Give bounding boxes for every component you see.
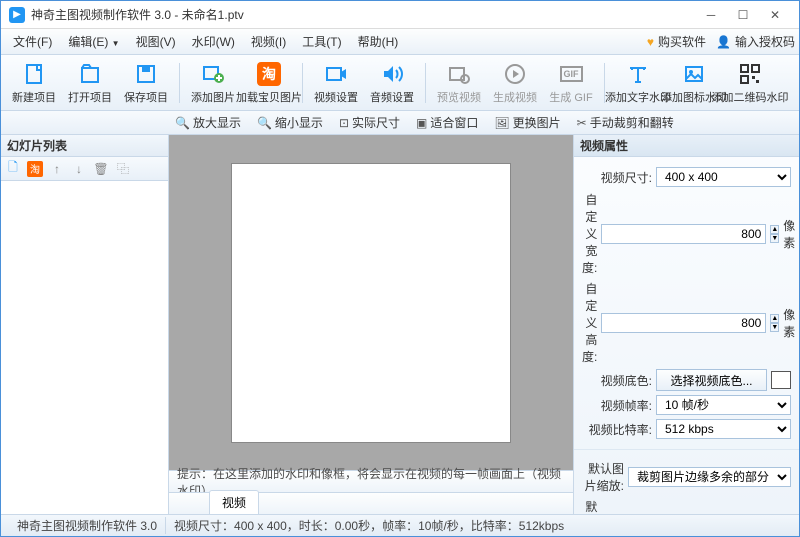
manual-crop-button[interactable]: ✂手动裁剪和翻转 bbox=[571, 112, 680, 133]
actual-icon: ⊡ bbox=[339, 116, 349, 130]
preview-canvas[interactable] bbox=[231, 163, 511, 443]
video-props-header: 视频属性 bbox=[574, 135, 799, 157]
new-file-icon bbox=[21, 61, 47, 87]
gif-icon: GIF bbox=[558, 61, 584, 87]
audio-icon bbox=[379, 61, 405, 87]
save-project-button[interactable]: 保存项目 bbox=[119, 57, 173, 109]
menu-watermark[interactable]: 水印(W) bbox=[184, 30, 243, 53]
right-panel: 视频属性 视频尺寸:400 x 400 自定义宽度:▲▼像素 自定义高度:▲▼像… bbox=[573, 135, 799, 514]
titlebar: ▶ 神奇主图视频制作软件 3.0 - 未命名1.ptv ─ ☐ ✕ bbox=[1, 1, 799, 29]
save-icon bbox=[133, 61, 159, 87]
preview-icon bbox=[446, 61, 472, 87]
window-title: 神奇主图视频制作软件 3.0 - 未命名1.ptv bbox=[31, 6, 695, 23]
zoom-in-button[interactable]: 🔍放大显示 bbox=[169, 112, 247, 133]
bg-color-swatch[interactable] bbox=[771, 371, 791, 389]
image-wm-icon bbox=[681, 61, 707, 87]
text-watermark-button[interactable]: 添加文字水印 bbox=[611, 57, 665, 109]
fps-select[interactable]: 10 帧/秒 bbox=[656, 395, 791, 415]
maximize-button[interactable]: ☐ bbox=[727, 5, 759, 25]
menu-tools[interactable]: 工具(T) bbox=[294, 30, 349, 53]
fit-window-button[interactable]: ▣适合窗口 bbox=[410, 112, 484, 133]
status-app: 神奇主图视频制作软件 3.0 bbox=[9, 517, 166, 534]
auth-link[interactable]: 👤输入授权码 bbox=[716, 33, 795, 50]
slide-list-tools: 🗋 淘 ↑ ↓ 🗑 ⿻ bbox=[1, 157, 168, 181]
preview-video-button[interactable]: 预览视频 bbox=[432, 57, 486, 109]
bottom-tabs: 视频 bbox=[169, 492, 573, 514]
zoom-out-icon: 🔍 bbox=[257, 116, 272, 130]
crop-icon: ✂ bbox=[577, 116, 587, 130]
height-spinner[interactable]: ▲▼ bbox=[770, 314, 779, 332]
change-icon: 🖼 bbox=[494, 116, 509, 130]
scale-select[interactable]: 裁剪图片边缘多余的部分 bbox=[628, 467, 791, 487]
main-area: 幻灯片列表 🗋 淘 ↑ ↓ 🗑 ⿻ 提示：在这里添加的水印和像框，将会显示在视频… bbox=[1, 135, 799, 514]
size-label: 视频尺寸: bbox=[582, 169, 652, 186]
menu-help[interactable]: 帮助(H) bbox=[350, 30, 407, 53]
change-image-button[interactable]: 🖼更换图片 bbox=[488, 112, 566, 133]
text-icon bbox=[625, 61, 651, 87]
delete-slide-icon[interactable]: 🗑 bbox=[93, 161, 109, 177]
width-label: 自定义宽度: bbox=[582, 191, 597, 276]
video-settings-button[interactable]: 视频设置 bbox=[309, 57, 363, 109]
actual-size-button[interactable]: ⊡实际尺寸 bbox=[333, 112, 406, 133]
generate-icon bbox=[502, 61, 528, 87]
heart-icon: ♥ bbox=[647, 35, 654, 49]
open-folder-icon bbox=[77, 61, 103, 87]
scale-label: 默认图片缩放: bbox=[582, 460, 624, 494]
fps-label: 视频帧率: bbox=[582, 397, 652, 414]
move-up-icon[interactable]: ↑ bbox=[49, 161, 65, 177]
bg-label: 视频底色: bbox=[582, 372, 652, 389]
tab-video[interactable]: 视频 bbox=[209, 490, 259, 514]
main-toolbar: 新建项目 打开项目 保存项目 添加图片 淘加载宝贝图片 视频设置 音频设置 预览… bbox=[1, 55, 799, 111]
new-project-button[interactable]: 新建项目 bbox=[7, 57, 61, 109]
qr-watermark-button[interactable]: 添加二维码水印 bbox=[723, 57, 777, 109]
canvas-area bbox=[169, 135, 573, 470]
zoom-in-icon: 🔍 bbox=[175, 116, 190, 130]
width-spinner[interactable]: ▲▼ bbox=[770, 225, 779, 243]
left-panel: 幻灯片列表 🗋 淘 ↑ ↓ 🗑 ⿻ bbox=[1, 135, 169, 514]
height-label: 自定义高度: bbox=[582, 280, 597, 365]
menu-video[interactable]: 视频(I) bbox=[243, 30, 294, 53]
open-project-button[interactable]: 打开项目 bbox=[63, 57, 117, 109]
minimize-button[interactable]: ─ bbox=[695, 5, 727, 25]
copy-slide-icon[interactable]: ⿻ bbox=[115, 161, 131, 177]
center-panel: 提示：在这里添加的水印和像框，将会显示在视频的每一帧画面上（视频水印） 视频 bbox=[169, 135, 573, 514]
load-taobao-button[interactable]: 淘加载宝贝图片 bbox=[242, 57, 296, 109]
qr-icon bbox=[737, 61, 763, 87]
tip-bar: 提示：在这里添加的水印和像框，将会显示在视频的每一帧画面上（视频水印） bbox=[169, 470, 573, 492]
fit-icon: ▣ bbox=[416, 116, 427, 130]
video-settings-icon bbox=[323, 61, 349, 87]
size-select[interactable]: 400 x 400 bbox=[656, 167, 791, 187]
bitrate-label: 视频比特率: bbox=[582, 421, 652, 438]
menu-view[interactable]: 视图(V) bbox=[128, 30, 184, 53]
move-down-icon[interactable]: ↓ bbox=[71, 161, 87, 177]
status-info: 视频尺寸：400 x 400，时长：0.00秒，帧率：10帧/秒，比特率：512… bbox=[166, 517, 572, 534]
zoom-out-button[interactable]: 🔍缩小显示 bbox=[251, 112, 329, 133]
add-slide-icon[interactable]: 🗋 bbox=[5, 161, 21, 177]
anim-label: 默认动画时长: bbox=[582, 498, 597, 514]
generate-video-button[interactable]: 生成视频 bbox=[488, 57, 542, 109]
taobao-icon: 淘 bbox=[256, 61, 282, 87]
width-input[interactable] bbox=[601, 224, 766, 244]
user-icon: 👤 bbox=[716, 35, 731, 49]
buy-link[interactable]: ♥购买软件 bbox=[647, 33, 706, 50]
menu-file[interactable]: 文件(F) bbox=[5, 30, 60, 53]
taobao-slide-icon[interactable]: 淘 bbox=[27, 161, 43, 177]
add-image-icon bbox=[200, 61, 226, 87]
generate-gif-button[interactable]: GIF生成 GIF bbox=[544, 57, 598, 109]
sub-toolbar: 🔍放大显示 🔍缩小显示 ⊡实际尺寸 ▣适合窗口 🖼更换图片 ✂手动裁剪和翻转 bbox=[1, 111, 799, 135]
status-bar: 神奇主图视频制作软件 3.0 视频尺寸：400 x 400，时长：0.00秒，帧… bbox=[1, 514, 799, 536]
audio-settings-button[interactable]: 音频设置 bbox=[365, 57, 419, 109]
menu-edit[interactable]: 编辑(E) ▼ bbox=[60, 30, 127, 53]
menubar: 文件(F) 编辑(E) ▼ 视图(V) 水印(W) 视频(I) 工具(T) 帮助… bbox=[1, 29, 799, 55]
add-image-button[interactable]: 添加图片 bbox=[186, 57, 240, 109]
height-input[interactable] bbox=[601, 313, 766, 333]
slide-list-header: 幻灯片列表 bbox=[1, 135, 168, 157]
close-button[interactable]: ✕ bbox=[759, 5, 791, 25]
bitrate-select[interactable]: 512 kbps bbox=[656, 419, 791, 439]
bg-color-button[interactable]: 选择视频底色... bbox=[656, 369, 767, 391]
slide-list[interactable] bbox=[1, 181, 168, 514]
app-logo-icon: ▶ bbox=[9, 7, 25, 23]
